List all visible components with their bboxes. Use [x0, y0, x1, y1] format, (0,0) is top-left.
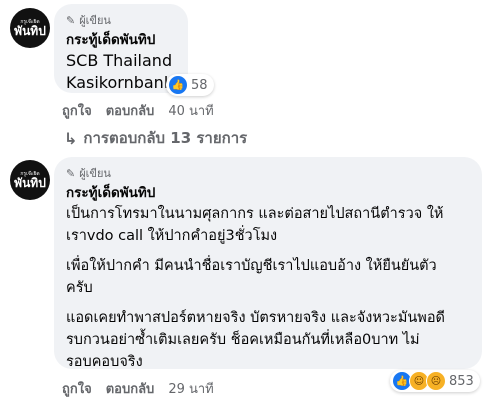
reply-arrow-icon: ↳	[64, 128, 78, 148]
pen-icon: ✎	[66, 13, 76, 27]
view-replies-button[interactable]: ↳ การตอบกลับ 13 รายการ	[64, 126, 247, 150]
comment-paragraph: เป็นการโทรมาในนามศุลกากร และต่อสายไปสถาน…	[66, 206, 444, 244]
comment-text: SCB Thailand Kasikornbank	[66, 51, 174, 92]
comment-author[interactable]: กระทู้เด็ดพันทิป	[66, 30, 176, 50]
author-badge: ✎ ผู้เขียน	[66, 165, 470, 181]
comment-actions: ถูกใจ ตอบกลับ 29 นาที	[62, 378, 228, 399]
avatar[interactable]: กรูเจ๊ะยิด พันทิป	[10, 8, 50, 48]
comment-actions: ถูกใจ ตอบกลับ 40 นาที	[62, 100, 228, 121]
replies-label: การตอบกลับ 13 รายการ	[83, 129, 248, 147]
reaction-count: 853	[449, 373, 474, 389]
comment-bubble: ✎ ผู้เขียน กระทู้เด็ดพันทิป เป็นการโทรมา…	[54, 157, 482, 370]
comment-timestamp[interactable]: 40 นาที	[168, 100, 213, 121]
comment-timestamp[interactable]: 29 นาที	[168, 378, 213, 399]
avatar[interactable]: กรูเจ๊ะยิด พันทิป	[10, 160, 50, 200]
reply-link[interactable]: ตอบกลับ	[106, 378, 155, 399]
comment-text: เป็นการโทรมาในนามศุลกากร และต่อสายไปสถาน…	[66, 203, 470, 373]
sad-icon: ☹	[426, 371, 446, 391]
reaction-summary[interactable]: 👍 58	[166, 74, 214, 96]
comment-author[interactable]: กระทู้เด็ดพันทิป	[66, 183, 470, 203]
like-link[interactable]: ถูกใจ	[62, 100, 92, 121]
author-badge: ✎ ผู้เขียน	[66, 12, 176, 28]
badge-label: ผู้เขียน	[79, 167, 111, 180]
reaction-count: 58	[191, 77, 208, 93]
like-link[interactable]: ถูกใจ	[62, 378, 92, 399]
comment-paragraph: แอดเคยทำพาสปอร์ตหายจริง บัตรหายจริง และจ…	[66, 310, 445, 370]
like-icon: 👍	[168, 75, 188, 95]
reaction-summary[interactable]: 👍 ☺ ☹ 853	[390, 370, 480, 392]
pen-icon: ✎	[66, 166, 76, 180]
badge-label: ผู้เขียน	[79, 14, 111, 27]
reply-link[interactable]: ตอบกลับ	[106, 100, 155, 121]
comment-paragraph: เพื่อให้ปากคำ มีคนนำชื่อเราบัญชีเราไปแอบ…	[66, 258, 437, 296]
